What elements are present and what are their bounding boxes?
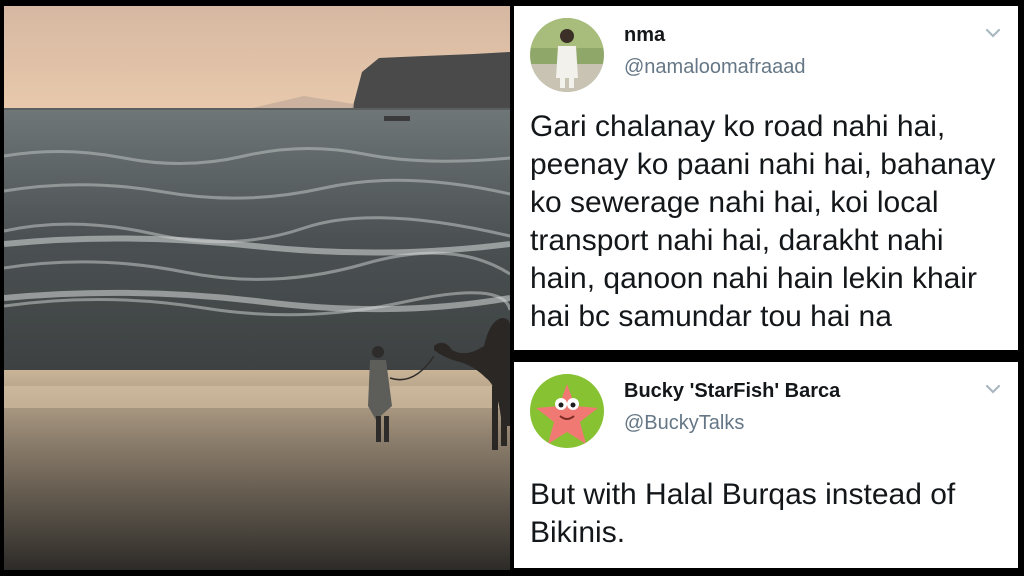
- tweet-card: nma @namaloomafraaad Gari chalanay ko ro…: [514, 6, 1018, 350]
- tweet-card: Bucky 'StarFish' Barca @BuckyTalks But w…: [514, 362, 1018, 568]
- beach-photo: [4, 6, 510, 570]
- display-name[interactable]: nma: [624, 24, 665, 47]
- chevron-down-icon[interactable]: [982, 378, 1004, 400]
- user-handle[interactable]: @BuckyTalks: [624, 412, 744, 435]
- tweet-text: But with Halal Burqas instead of Bikinis…: [530, 478, 956, 549]
- avatar[interactable]: [530, 374, 604, 448]
- avatar[interactable]: [530, 18, 604, 92]
- chevron-down-icon[interactable]: [982, 22, 1004, 44]
- user-handle[interactable]: @namaloomafraaad: [624, 56, 806, 79]
- display-name[interactable]: Bucky 'StarFish' Barca: [624, 380, 840, 403]
- tweet-text: Gari chalanay ko road nahi hai, peenay k…: [530, 110, 996, 333]
